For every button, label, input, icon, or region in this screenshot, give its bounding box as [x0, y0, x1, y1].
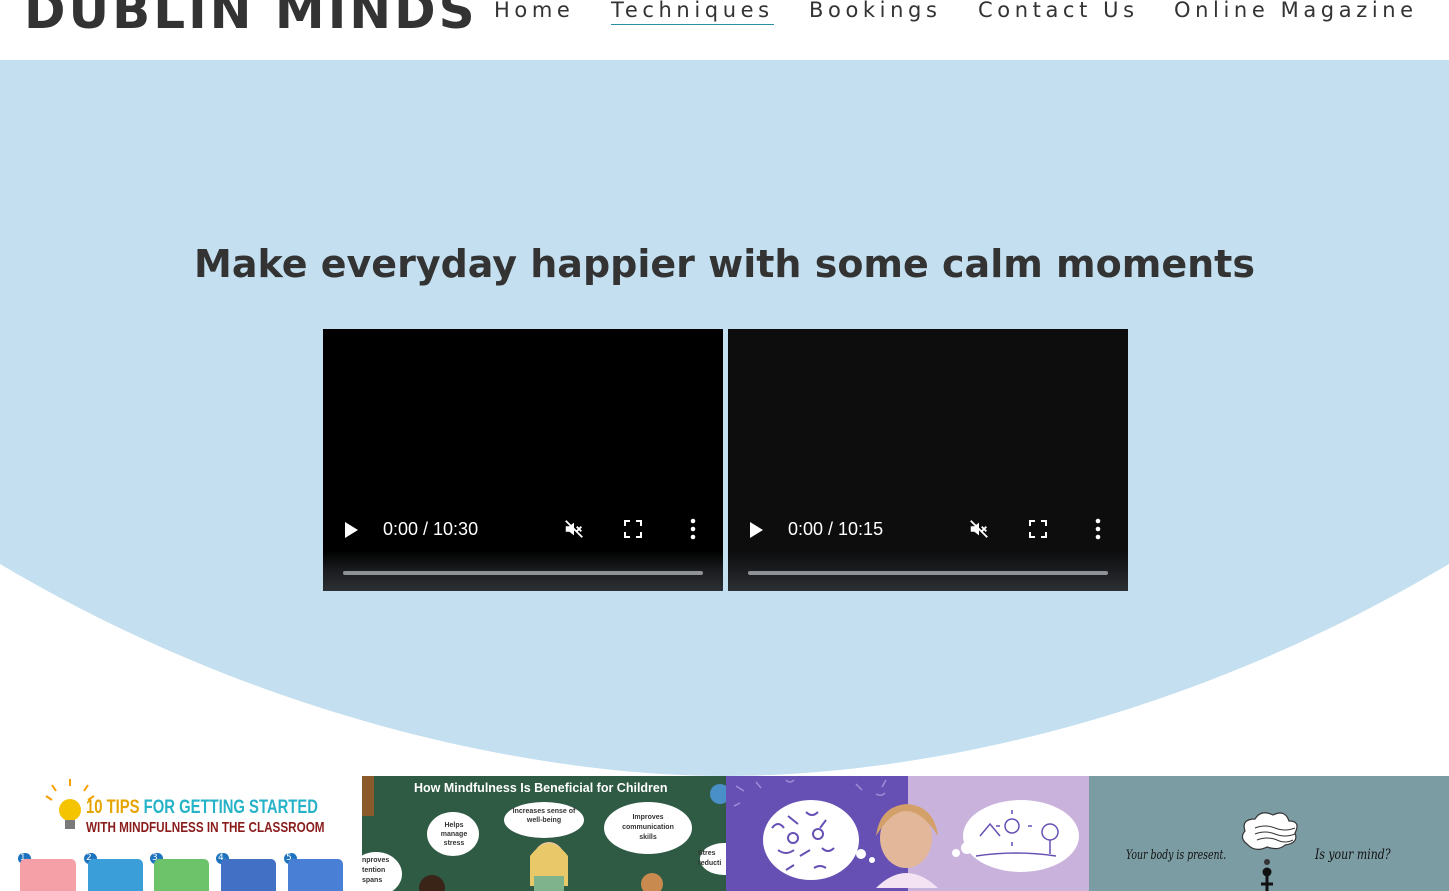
step-illustration [20, 859, 76, 891]
video-time: 0:00 / 10:15 [788, 519, 884, 539]
site-header: DUBLIN MINDS Home Techniques Bookings Co… [0, 0, 1449, 60]
nav-bookings[interactable]: Bookings [809, 0, 941, 21]
tile1-title-number: 10 TIPS [86, 797, 140, 818]
tile1-title-rest: FOR GETTING STARTED [143, 797, 318, 818]
mute-icon[interactable] [563, 518, 585, 540]
video-seek-bar[interactable] [343, 571, 703, 575]
step-illustration [88, 859, 143, 891]
hero-wave-shape [0, 564, 1449, 776]
image-gallery: 10 TIPS FOR GETTING STARTED WITH MINDFUL… [0, 776, 1449, 891]
tile4-left-caption: Your body is present. [1126, 848, 1227, 863]
gallery-tile-mindfulness-benefits[interactable]: How Mindfulness Is Beneficial for Childr… [362, 776, 726, 891]
tile2-bubble-2: Increases sense of well-being [512, 808, 576, 824]
gallery-tile-body-present[interactable]: Your body is present. Is your mind? [1089, 776, 1449, 891]
video-controls: 0:00 / 10:15 [728, 501, 1128, 591]
play-icon[interactable] [750, 522, 763, 538]
play-icon[interactable] [345, 522, 358, 538]
site-logo[interactable]: DUBLIN MINDS [24, 0, 478, 36]
tile2-title: How Mindfulness Is Beneficial for Childr… [414, 781, 668, 795]
fullscreen-icon[interactable] [1029, 520, 1047, 538]
tile1-subtitle: WITH MINDFULNESS IN THE CLASSROOM [86, 819, 325, 836]
step-illustration [154, 859, 209, 891]
tile2-right-text: Stres reducti [698, 850, 722, 868]
step-illustration [221, 859, 276, 891]
video-player-2[interactable]: 0:00 / 10:15 [728, 329, 1128, 591]
hero-title: Make everyday happier with some calm mom… [194, 242, 1255, 286]
tile2-left-text: nproves tention spans [362, 857, 390, 885]
fullscreen-icon[interactable] [624, 520, 642, 538]
gallery-tile-mindful-thinking[interactable] [726, 776, 1089, 891]
video-controls: 0:00 / 10:30 [323, 501, 723, 591]
video-seek-bar[interactable] [748, 571, 1108, 575]
tile2-bubble-3: Improves communication skills [622, 814, 674, 841]
mute-icon[interactable] [968, 518, 990, 540]
nav-online-magazine[interactable]: Online Magazine [1174, 0, 1418, 21]
thought-bubble-illustration [1089, 776, 1449, 891]
mind-full-illustration [726, 776, 1089, 891]
tile4-right-caption: Is your mind? [1315, 847, 1391, 863]
more-options-icon[interactable] [1094, 518, 1102, 540]
more-options-icon[interactable] [689, 518, 697, 540]
gallery-tile-10-tips[interactable]: 10 TIPS FOR GETTING STARTED WITH MINDFUL… [0, 776, 362, 891]
video-player-1[interactable]: 0:00 / 10:30 [323, 329, 723, 591]
nav-techniques[interactable]: Techniques [611, 0, 774, 25]
tile2-bubble-1: Helps manage stress [440, 822, 468, 847]
step-illustration [288, 859, 343, 891]
nav-home[interactable]: Home [494, 0, 574, 21]
hero-section: Make everyday happier with some calm mom… [0, 60, 1449, 776]
video-time: 0:00 / 10:30 [383, 519, 479, 539]
nav-contact-us[interactable]: Contact Us [978, 0, 1139, 21]
